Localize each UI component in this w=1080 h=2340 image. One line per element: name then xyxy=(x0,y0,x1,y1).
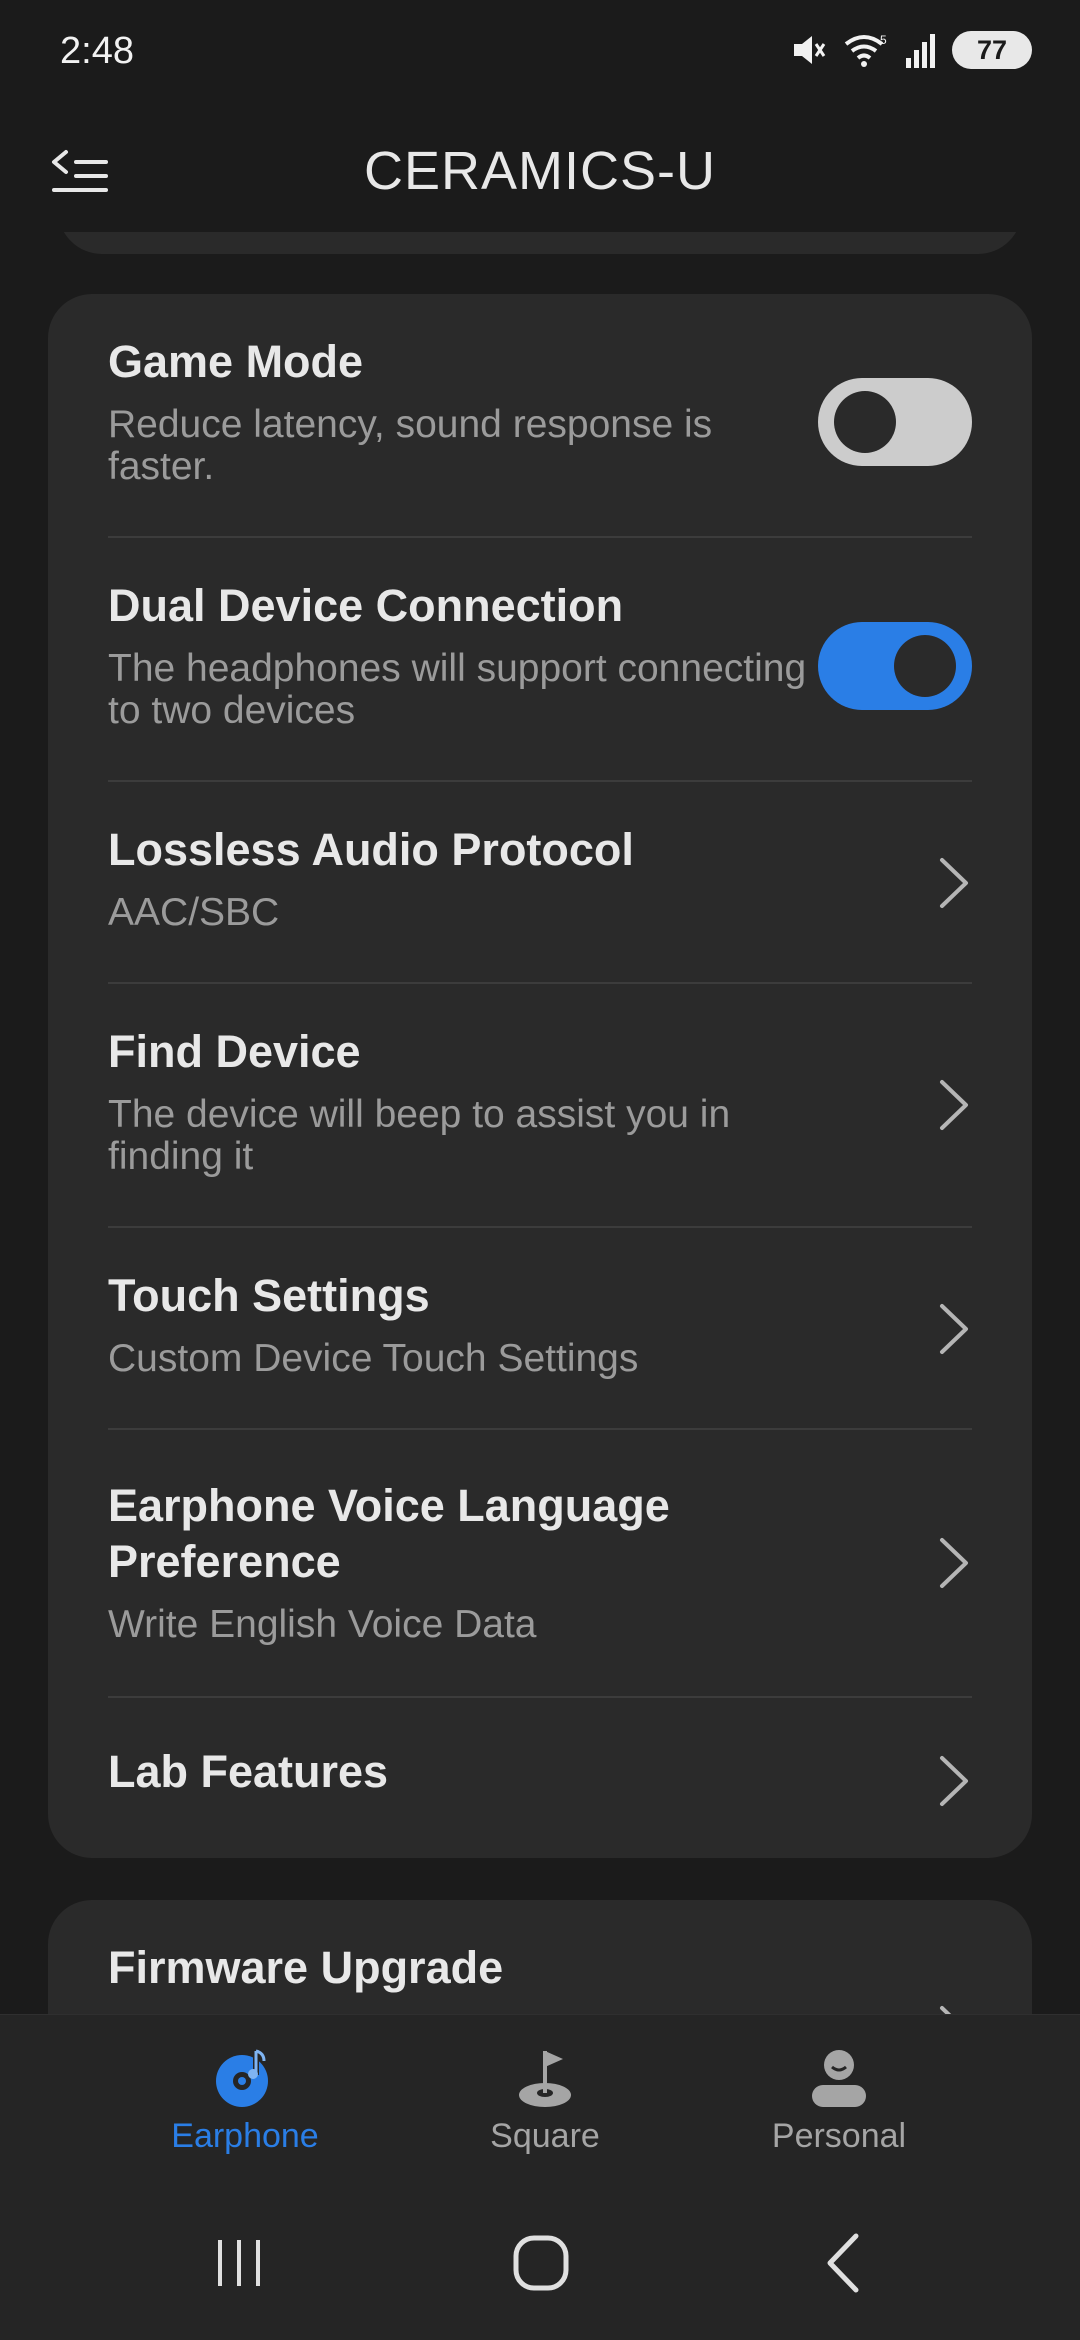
chevron-right-icon xyxy=(940,2006,952,2014)
battery-indicator: 77 xyxy=(952,31,1032,69)
setting-dual-device-connection: Dual Device Connection The headphones wi… xyxy=(108,538,972,782)
setting-lab-features[interactable]: Lab Features xyxy=(108,1698,972,1848)
dual-device-connection-toggle[interactable] xyxy=(818,622,972,710)
chevron-right-icon xyxy=(940,1538,968,1588)
settings-scroll-area[interactable]: Game Mode Reduce latency, sound response… xyxy=(0,232,1080,2014)
mute-icon xyxy=(794,36,826,64)
status-bar: 2:48 5 77 xyxy=(0,0,1080,110)
game-mode-toggle[interactable] xyxy=(818,378,972,466)
page-title: CERAMICS-U xyxy=(363,141,716,201)
settings-card: Game Mode Reduce latency, sound response… xyxy=(48,294,1032,1858)
setting-description: AAC/SBC xyxy=(108,891,280,934)
previous-card-edge xyxy=(58,232,1022,254)
earphone-icon xyxy=(216,2049,268,2107)
battery-level: 77 xyxy=(976,34,1008,65)
setting-touch-settings[interactable]: Touch Settings Custom Device Touch Setti… xyxy=(108,1228,972,1430)
nav-label: Earphone xyxy=(171,2117,319,2155)
setting-description: Reduce latency, sound response is faster… xyxy=(108,403,713,488)
flag-icon xyxy=(519,2051,571,2107)
svg-text:5: 5 xyxy=(880,33,887,47)
wifi-icon: 5 xyxy=(844,33,887,67)
chevron-right-icon xyxy=(940,1080,968,1130)
setting-lossless-audio-protocol[interactable]: Lossless Audio Protocol AAC/SBC xyxy=(108,782,972,984)
setting-title: Lab Features xyxy=(108,1746,389,1797)
toggle-knob xyxy=(894,635,956,697)
setting-title: Touch Settings xyxy=(108,1270,430,1321)
nav-label: Square xyxy=(490,2117,600,2155)
recent-apps-icon[interactable] xyxy=(204,2228,274,2298)
nav-tab-personal[interactable]: Personal xyxy=(729,2045,949,2156)
toggle-knob xyxy=(834,391,896,453)
home-icon[interactable] xyxy=(506,2228,576,2298)
nav-tab-earphone[interactable]: Earphone xyxy=(135,2045,355,2156)
signal-icon xyxy=(906,34,935,68)
nav-label: Personal xyxy=(771,2117,907,2155)
setting-description: Write English Voice Data xyxy=(108,1603,537,1646)
setting-find-device[interactable]: Find Device The device will beep to assi… xyxy=(108,984,972,1228)
back-icon[interactable] xyxy=(810,2228,880,2298)
setting-description: Custom Device Touch Settings xyxy=(108,1337,639,1380)
bottom-nav: Earphone Square Personal xyxy=(0,2014,1080,2184)
setting-firmware-upgrade[interactable]: Firmware Upgrade xyxy=(108,1940,972,2014)
setting-description: The device will beep to assist you in fi… xyxy=(108,1093,731,1178)
setting-description: The headphones will support connecting t… xyxy=(108,647,807,732)
chevron-right-icon xyxy=(940,1304,968,1354)
setting-title: Game Mode xyxy=(108,336,364,387)
setting-title: Firmware Upgrade xyxy=(108,1942,504,1993)
status-icons: 5 77 xyxy=(788,30,1032,70)
chevron-right-icon xyxy=(940,1756,968,1806)
setting-title: Dual Device Connection xyxy=(108,580,624,631)
nav-tab-square[interactable]: Square xyxy=(435,2045,655,2156)
setting-earphone-voice-language[interactable]: Earphone Voice Language Preference Write… xyxy=(108,1430,972,1698)
chevron-right-icon xyxy=(940,858,968,908)
setting-game-mode: Game Mode Reduce latency, sound response… xyxy=(108,334,972,538)
status-time: 2:48 xyxy=(60,30,134,72)
setting-title: Find Device xyxy=(108,1026,361,1077)
firmware-card: Firmware Upgrade xyxy=(48,1900,1032,2014)
setting-title: Earphone Voice Language Preference xyxy=(108,1480,670,1587)
setting-title: Lossless Audio Protocol xyxy=(108,824,634,875)
system-nav-bar xyxy=(0,2184,1080,2340)
person-icon xyxy=(812,2050,866,2107)
app-bar: CERAMICS-U xyxy=(0,110,1080,232)
